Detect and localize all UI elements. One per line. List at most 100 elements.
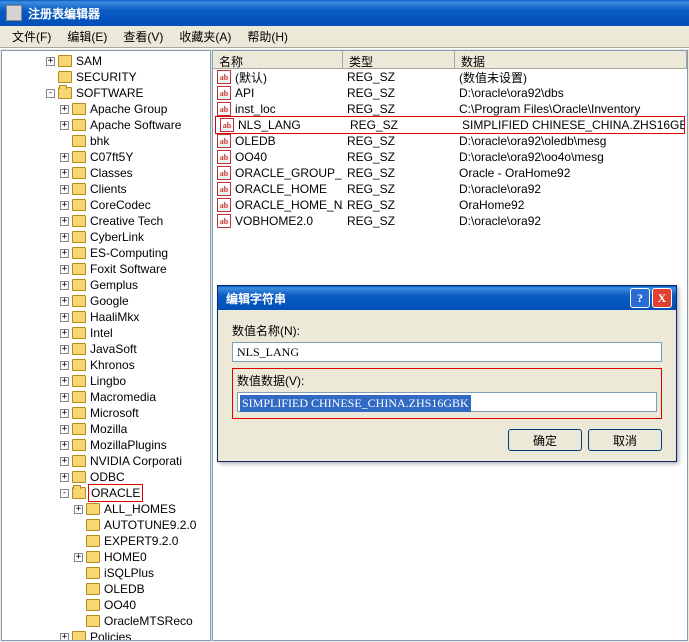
tree-item[interactable]: +SAM xyxy=(4,53,210,69)
tree-item[interactable]: OracleMTSReco xyxy=(4,613,210,629)
dialog-titlebar[interactable]: 编辑字符串 ? X xyxy=(218,286,676,310)
list-row[interactable]: abORACLE_HOMEREG_SZD:\oracle\ora92 xyxy=(213,181,687,197)
value-name-input[interactable] xyxy=(232,342,662,362)
list-row[interactable]: abAPIREG_SZD:\oracle\ora92\dbs xyxy=(213,85,687,101)
col-data[interactable]: 数据 xyxy=(455,51,687,68)
tree-item[interactable]: bhk xyxy=(4,133,210,149)
tree-item[interactable]: +ODBC xyxy=(4,469,210,485)
tree-item[interactable]: +Khronos xyxy=(4,357,210,373)
tree-item[interactable]: +Foxit Software xyxy=(4,261,210,277)
close-button[interactable]: X xyxy=(652,288,672,308)
list-row[interactable]: ab(默认)REG_SZ(数值未设置) xyxy=(213,69,687,85)
menu-file[interactable]: 文件(F) xyxy=(4,26,59,47)
tree-pane[interactable]: +SAMSECURITY-SOFTWARE+Apache Group+Apach… xyxy=(1,50,211,641)
expand-icon[interactable]: + xyxy=(60,185,69,194)
tree-item[interactable]: +HOME0 xyxy=(4,549,210,565)
tree-item[interactable]: +MozillaPlugins xyxy=(4,437,210,453)
tree-item[interactable]: +NVIDIA Corporati xyxy=(4,453,210,469)
tree-item[interactable]: +CyberLink xyxy=(4,229,210,245)
tree-item[interactable]: +Gemplus xyxy=(4,277,210,293)
list-row[interactable]: abOLEDBREG_SZD:\oracle\ora92\oledb\mesg xyxy=(213,133,687,149)
tree-item[interactable]: +Mozilla xyxy=(4,421,210,437)
expand-icon[interactable]: + xyxy=(60,217,69,226)
expand-icon[interactable]: + xyxy=(60,441,69,450)
list-row[interactable]: abORACLE_HOME_NAMEREG_SZOraHome92 xyxy=(213,197,687,213)
tree-item[interactable]: +CoreCodec xyxy=(4,197,210,213)
tree-item[interactable]: +Lingbo xyxy=(4,373,210,389)
expand-icon[interactable]: + xyxy=(60,393,69,402)
tree-item[interactable]: +Apache Software xyxy=(4,117,210,133)
tree-item[interactable]: +HaaliMkx xyxy=(4,309,210,325)
folder-icon xyxy=(72,375,86,387)
menu-fav[interactable]: 收藏夹(A) xyxy=(171,26,239,47)
tree-item[interactable]: +Microsoft xyxy=(4,405,210,421)
expand-icon[interactable]: + xyxy=(60,297,69,306)
menu-help[interactable]: 帮助(H) xyxy=(239,26,296,47)
tree-item[interactable]: +Macromedia xyxy=(4,389,210,405)
tree-item[interactable]: iSQLPlus xyxy=(4,565,210,581)
list-pane[interactable]: 名称 类型 数据 ab(默认)REG_SZ(数值未设置)abAPIREG_SZD… xyxy=(212,50,688,641)
tree-item[interactable]: +Apache Group xyxy=(4,101,210,117)
expand-icon[interactable]: + xyxy=(60,121,69,130)
expand-icon[interactable]: + xyxy=(60,409,69,418)
expand-icon[interactable]: + xyxy=(60,345,69,354)
folder-icon xyxy=(86,535,100,547)
tree-item[interactable]: +ALL_HOMES xyxy=(4,501,210,517)
expand-icon[interactable]: + xyxy=(60,105,69,114)
expand-icon[interactable]: + xyxy=(60,377,69,386)
expand-icon[interactable]: + xyxy=(60,425,69,434)
expand-icon[interactable]: + xyxy=(60,265,69,274)
tree-item[interactable]: +C07ft5Y xyxy=(4,149,210,165)
list-row[interactable]: abinst_locREG_SZC:\Program Files\Oracle\… xyxy=(213,101,687,117)
list-row[interactable]: abORACLE_GROUP_...REG_SZOracle - OraHome… xyxy=(213,165,687,181)
collapse-icon[interactable]: - xyxy=(46,89,55,98)
expand-icon[interactable]: + xyxy=(60,633,69,642)
folder-icon xyxy=(86,503,100,515)
tree-item[interactable]: +Policies xyxy=(4,629,210,641)
expand-icon[interactable]: + xyxy=(60,473,69,482)
cancel-button[interactable]: 取消 xyxy=(588,429,662,451)
expand-icon[interactable]: + xyxy=(60,281,69,290)
expand-icon[interactable]: + xyxy=(60,233,69,242)
expand-icon[interactable]: + xyxy=(60,201,69,210)
tree-item[interactable]: +Classes xyxy=(4,165,210,181)
expand-icon[interactable]: + xyxy=(60,313,69,322)
tree-item[interactable]: SECURITY xyxy=(4,69,210,85)
value-data-input[interactable]: SIMPLIFIED CHINESE_CHINA.ZHS16GBK xyxy=(237,392,657,412)
list-row[interactable]: abNLS_LANGREG_SZSIMPLIFIED CHINESE_CHINA… xyxy=(216,117,684,133)
tree-item[interactable]: OO40 xyxy=(4,597,210,613)
ok-button[interactable]: 确定 xyxy=(508,429,582,451)
list-row[interactable]: abVOBHOME2.0REG_SZD:\oracle\ora92 xyxy=(213,213,687,229)
expand-icon[interactable]: + xyxy=(74,553,83,562)
tree-item[interactable]: -ORACLE xyxy=(4,485,210,501)
col-type[interactable]: 类型 xyxy=(343,51,455,68)
menu-view[interactable]: 查看(V) xyxy=(115,26,171,47)
tree-item[interactable]: +ES-Computing xyxy=(4,245,210,261)
expand-icon[interactable]: + xyxy=(60,153,69,162)
tree-item[interactable]: EXPERT9.2.0 xyxy=(4,533,210,549)
value-type: REG_SZ xyxy=(343,182,455,196)
expand-icon[interactable]: + xyxy=(60,169,69,178)
tree-item[interactable]: +JavaSoft xyxy=(4,341,210,357)
help-button[interactable]: ? xyxy=(630,288,650,308)
tree-item[interactable]: OLEDB xyxy=(4,581,210,597)
expand-icon[interactable]: + xyxy=(46,57,55,66)
list-row[interactable]: abOO40REG_SZD:\oracle\ora92\oo4o\mesg xyxy=(213,149,687,165)
expand-icon[interactable]: + xyxy=(60,249,69,258)
tree-item[interactable]: -SOFTWARE xyxy=(4,85,210,101)
tree-item[interactable]: +Intel xyxy=(4,325,210,341)
menu-edit[interactable]: 编辑(E) xyxy=(59,26,115,47)
tree-item[interactable]: AUTOTUNE9.2.0 xyxy=(4,517,210,533)
value-data: (数值未设置) xyxy=(455,69,687,86)
expand-icon[interactable]: + xyxy=(60,361,69,370)
collapse-icon[interactable]: - xyxy=(60,489,69,498)
tree-item[interactable]: +Creative Tech xyxy=(4,213,210,229)
tree-item[interactable]: +Google xyxy=(4,293,210,309)
expand-icon[interactable]: + xyxy=(60,329,69,338)
expand-icon[interactable]: + xyxy=(74,505,83,514)
expand-icon[interactable]: + xyxy=(60,457,69,466)
col-name[interactable]: 名称 xyxy=(213,51,343,68)
folder-icon xyxy=(72,135,86,147)
value-data: SIMPLIFIED CHINESE_CHINA.ZHS16GBK xyxy=(458,118,684,132)
tree-item[interactable]: +Clients xyxy=(4,181,210,197)
